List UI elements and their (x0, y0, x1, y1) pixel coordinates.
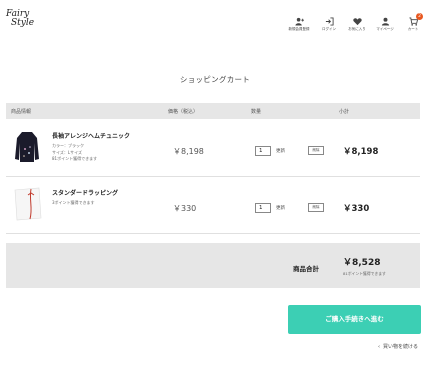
product-points: 81ポイント獲得できます (52, 156, 98, 161)
user-icon (381, 17, 389, 26)
product-name[interactable]: 長袖アレンジヘムチュニック (52, 131, 130, 140)
update-button[interactable]: 更新 (276, 205, 285, 211)
nav-cart-label: カート (407, 27, 419, 31)
nav-register-label: 新規会員登録 (288, 27, 310, 31)
cart-count-badge: 2 (416, 13, 423, 20)
product-price: ￥330 (173, 204, 197, 213)
update-button[interactable]: 更新 (276, 148, 285, 154)
header-subtotal: 小計 (339, 109, 350, 115)
table-row: 長袖アレンジヘムチュニック カラー：ブラック サイズ：Lサイズ 81ポイント獲得… (6, 119, 420, 177)
page-title: ショッピングカート (179, 75, 251, 84)
nav-register[interactable]: 新規会員登録 (284, 17, 314, 32)
site-logo[interactable]: Fairy Style (6, 10, 34, 32)
nav-login[interactable]: ログイン (316, 17, 342, 32)
nav-cart[interactable]: 2 カート (400, 13, 426, 32)
product-image-tunic[interactable] (13, 129, 41, 165)
table-row: スタンダードラッピング 3ポイント獲得できます ￥330 1 更新 削除 ￥33… (6, 177, 420, 234)
checkout-button[interactable]: ご購入手続きへ進む (288, 305, 421, 334)
delete-button[interactable]: 削除 (308, 203, 324, 212)
row-subtotal: ￥8,198 (343, 147, 379, 157)
site-header: Fairy Style 新規会員登録 ログイン お気に入り マイページ 2 カー… (0, 0, 430, 50)
header-product: 商品情報 (11, 109, 32, 115)
nav-mypage[interactable]: マイページ (372, 17, 398, 32)
total-label: 商品合計 (293, 265, 319, 273)
product-price: ￥8,198 (173, 147, 204, 156)
user-plus-icon (294, 17, 304, 26)
continue-shopping-label: 買い物を続ける (382, 344, 418, 350)
product-name[interactable]: スタンダードラッピング (52, 188, 118, 197)
logo-line-2: Style (11, 18, 35, 28)
header-price: 価格（税込） (168, 109, 199, 115)
nav-mypage-label: マイページ (376, 27, 394, 31)
continue-shopping-link[interactable]: ‹ 買い物を続ける (378, 343, 418, 350)
product-meta: カラー：ブラック サイズ：Lサイズ 81ポイント獲得できます (52, 143, 97, 163)
nav-favorites[interactable]: お気に入り (344, 17, 370, 32)
row-subtotal: ￥330 (343, 204, 370, 214)
table-header: 商品情報 価格（税込） 数量 小計 (6, 103, 420, 119)
header-qty: 数量 (251, 109, 262, 115)
header-nav: 新規会員登録 ログイン お気に入り マイページ 2 カート (282, 13, 426, 32)
heart-icon (352, 18, 362, 26)
cart-total-band: 商品合計 ￥8,528 81ポイント獲得できます (6, 243, 420, 288)
quantity-input[interactable]: 1 (255, 146, 271, 156)
delete-button[interactable]: 削除 (308, 146, 324, 155)
chevron-left-icon: ‹ (377, 344, 380, 350)
quantity-input[interactable]: 1 (255, 203, 271, 213)
product-image-wrapping[interactable] (13, 186, 43, 222)
total-value: ￥8,528 (343, 258, 381, 268)
nav-favorites-label: お気に入り (348, 27, 366, 31)
nav-login-label: ログイン (322, 27, 336, 31)
login-icon (325, 17, 334, 26)
cart-table: 商品情報 価格（税込） 数量 小計 長袖アレンジヘムチュニック カラー：ブラック… (6, 103, 420, 234)
product-points: 3ポイント獲得できます (52, 200, 95, 205)
total-points-note: 81ポイント獲得できます (343, 271, 386, 276)
